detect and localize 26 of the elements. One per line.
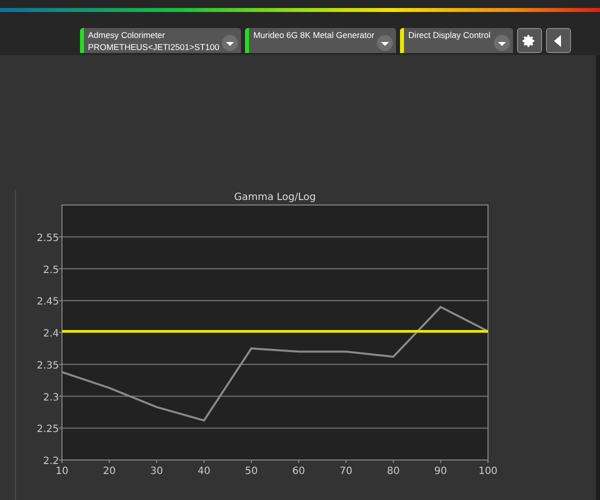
y-tick-label: 2.55 [36, 232, 59, 244]
y-tick-label: 2.2 [43, 456, 59, 467]
x-tick-label: 80 [386, 466, 400, 477]
y-tick-label: 2.25 [36, 424, 59, 436]
x-tick-label: 60 [292, 466, 306, 477]
x-tick-label: 90 [434, 466, 448, 477]
y-tick-label: 2.3 [43, 392, 59, 404]
x-tick-label: 10 [56, 466, 68, 477]
x-tick-label: 100 [478, 466, 498, 477]
y-tick-label: 2.45 [36, 296, 59, 308]
y-tick-label: 2.35 [36, 360, 59, 372]
device-dropdown[interactable]: Direct Display Control [400, 28, 512, 53]
x-tick-label: 30 [150, 466, 164, 477]
x-tick-label: 40 [198, 466, 210, 477]
device-name: Direct Display Control [408, 29, 490, 41]
x-tick-label: 20 [102, 466, 116, 477]
y-tick-label: 2.4 [43, 328, 59, 340]
chart-title: Gamma Log/Log [234, 192, 316, 203]
device-dropdown[interactable]: Murideo 6G 8K Metal Generator [245, 28, 396, 53]
device-name: Murideo 6G 8K Metal Generator [253, 29, 374, 41]
x-tick-label: 70 [340, 466, 352, 477]
device-dropdown[interactable]: Admesy Colorimeter PROMETHEUS<JETI2501>ST100 [80, 28, 242, 53]
x-tick-label: 50 [244, 466, 258, 477]
device-name: Admesy Colorimeter [88, 29, 166, 41]
device-detail: PROMETHEUS<JETI2501>ST100 [88, 41, 220, 53]
y-tick-label: 2.5 [43, 264, 59, 276]
